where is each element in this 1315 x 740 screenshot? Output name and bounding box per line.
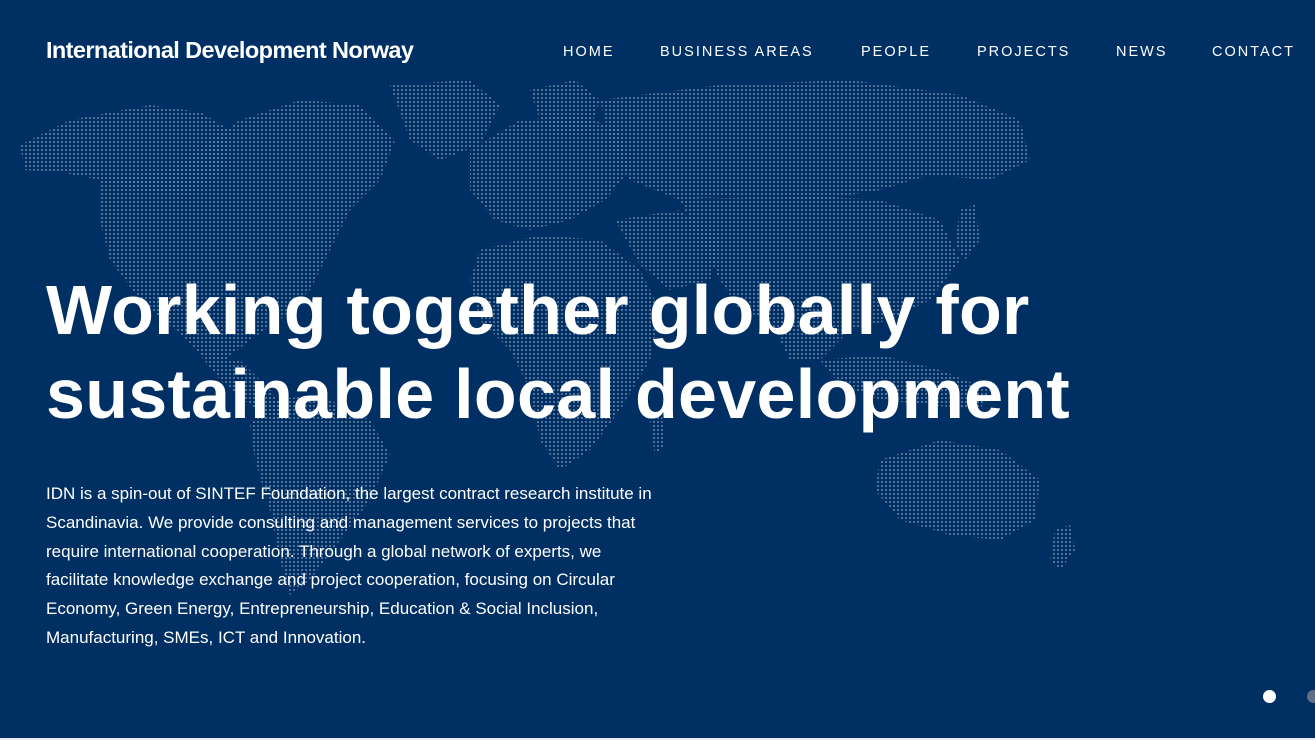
hero-description: IDN is a spin-out of SINTEF Foundation, … bbox=[46, 484, 652, 647]
slider-pagination bbox=[0, 690, 1315, 704]
nav-item-contact[interactable]: CONTACT bbox=[1212, 44, 1295, 60]
nav-item-projects[interactable]: PROJECTS bbox=[977, 44, 1070, 60]
hero-title: Working together globally for sustainabl… bbox=[46, 268, 1196, 436]
nav-item-people[interactable]: PEOPLE bbox=[861, 44, 931, 60]
slider-dot-1[interactable] bbox=[1263, 690, 1276, 703]
slider-dot-2[interactable] bbox=[1307, 690, 1315, 703]
hero-title-line-2: sustainable local development bbox=[46, 355, 1071, 433]
main-nav: HOME BUSINESS AREAS PEOPLE PROJECTS NEWS… bbox=[0, 44, 1315, 64]
nav-item-home[interactable]: HOME bbox=[563, 44, 615, 60]
nav-item-business-areas[interactable]: BUSINESS AREAS bbox=[660, 44, 814, 60]
hero-page: International Development Norway HOME BU… bbox=[0, 0, 1315, 740]
hero-title-line-1: Working together globally for bbox=[46, 271, 1030, 349]
nav-item-news[interactable]: NEWS bbox=[1116, 44, 1168, 60]
